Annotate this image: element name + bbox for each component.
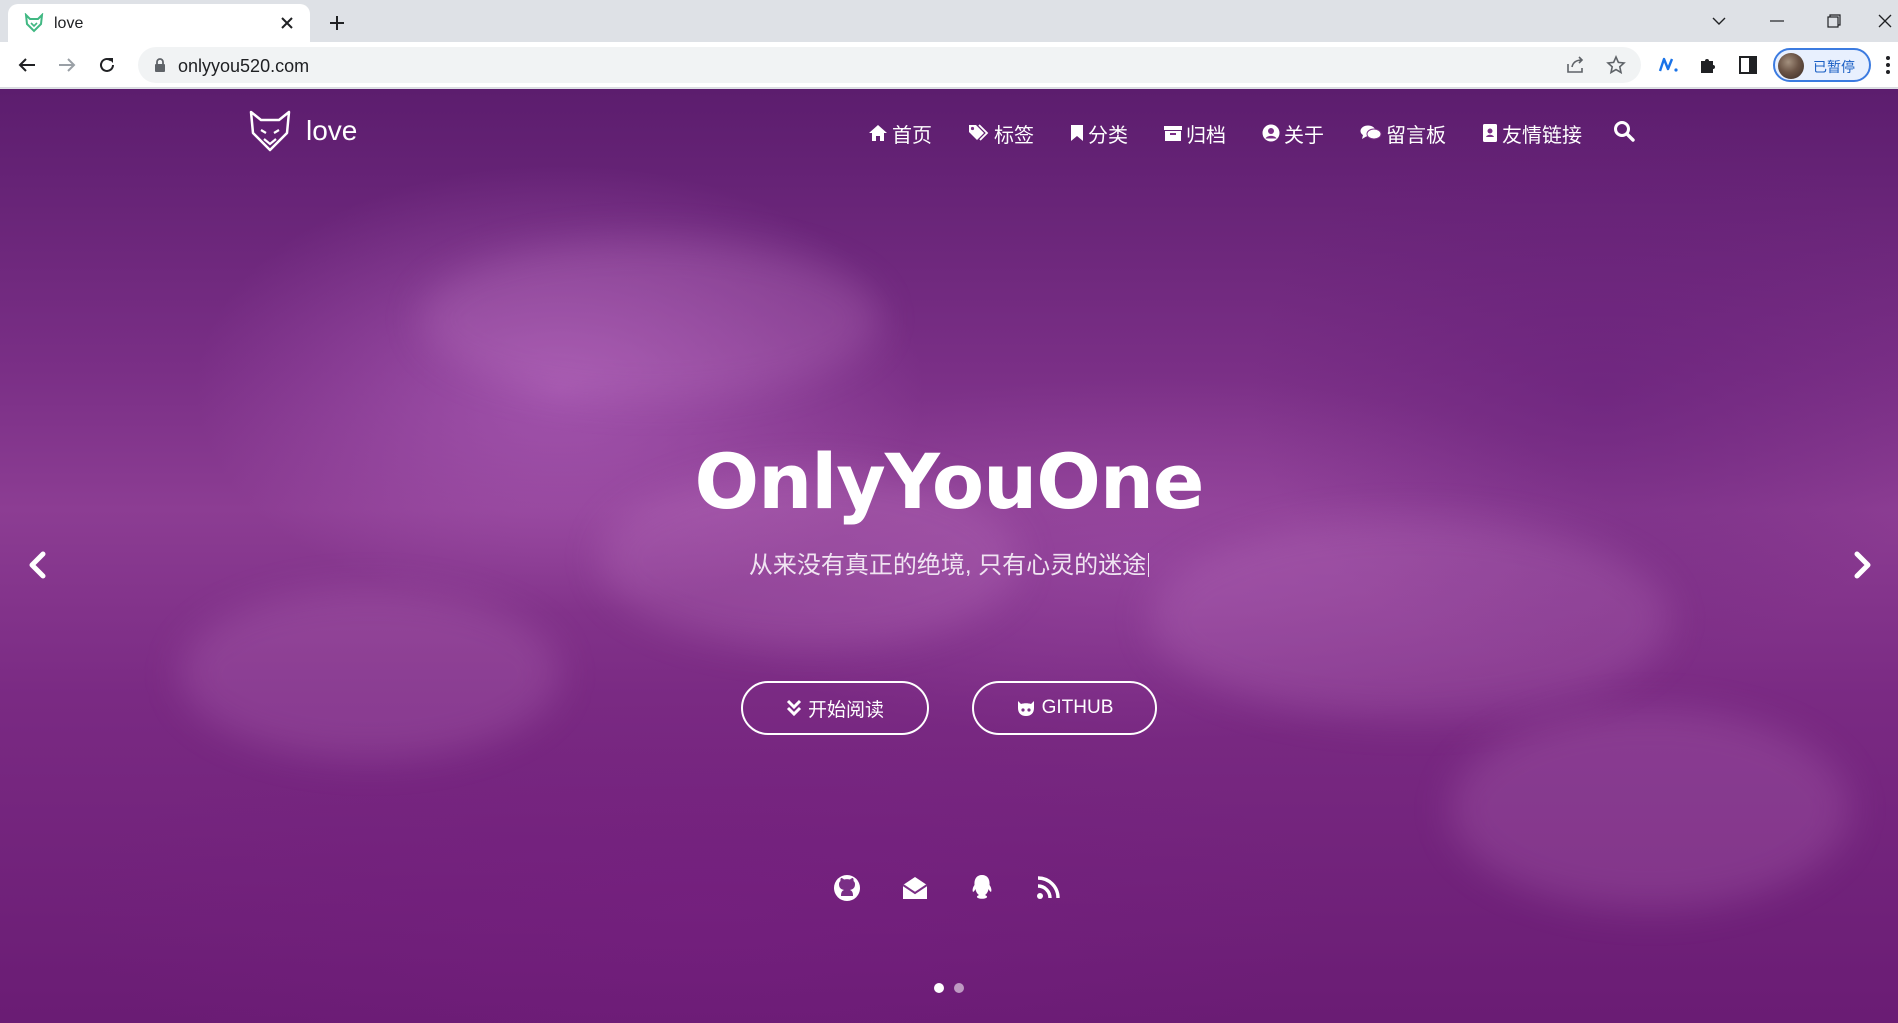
browser-tab[interactable]: love — [8, 4, 310, 42]
extensions-puzzle-icon[interactable] — [1693, 50, 1723, 80]
bookmark-star-icon[interactable] — [1604, 53, 1628, 77]
side-panel-icon[interactable] — [1733, 50, 1763, 80]
archive-icon — [1164, 126, 1182, 141]
nav-item-home[interactable]: 首页 — [868, 119, 932, 148]
nav-item-guestbook[interactable]: 留言板 — [1360, 119, 1446, 148]
tags-icon — [969, 124, 989, 141]
comments-icon — [1360, 125, 1382, 140]
reload-button[interactable] — [91, 49, 123, 81]
minimize-button[interactable] — [1760, 6, 1794, 36]
site-nav: 首页 标签 分类 归档 关于 留言板 友情链接 — [868, 119, 1618, 147]
tab-close-icon[interactable] — [276, 12, 298, 34]
nav-item-tags[interactable]: 标签 — [968, 119, 1034, 148]
carousel-dot[interactable] — [954, 983, 964, 993]
typing-caret — [1148, 553, 1150, 577]
search-icon[interactable] — [1613, 120, 1635, 142]
nav-item-label: 归档 — [1186, 124, 1226, 147]
nav-item-categories[interactable]: 分类 — [1070, 119, 1128, 148]
nav-item-label: 留言板 — [1386, 124, 1446, 147]
close-window-button[interactable] — [1872, 6, 1898, 36]
cloud-decoration — [420, 239, 880, 399]
profile-button[interactable]: 已暂停 — [1773, 48, 1871, 82]
url-text[interactable]: onlyyou520.com — [178, 56, 309, 77]
cloud-decoration — [1450, 709, 1850, 909]
envelope-icon[interactable] — [900, 873, 930, 903]
share-icon[interactable] — [1564, 53, 1588, 77]
rss-icon[interactable] — [1033, 873, 1063, 903]
github-alt-icon — [1017, 701, 1034, 716]
forward-button[interactable] — [51, 49, 83, 81]
nav-item-about[interactable]: 关于 — [1262, 119, 1324, 148]
home-icon — [869, 125, 887, 141]
fox-favicon-icon — [24, 13, 44, 33]
carousel-dot-active[interactable] — [934, 983, 944, 993]
lock-icon[interactable] — [152, 57, 168, 73]
tab-title: love — [54, 15, 84, 32]
start-reading-button[interactable]: 开始阅读 — [741, 681, 929, 735]
address-book-icon — [1483, 124, 1497, 142]
hero-subtitle-text: 从来没有真正的绝境, 只有心灵的迷途 — [748, 552, 1147, 579]
hero-section: love 首页 标签 分类 归档 关于 留言板 友情链接 OnlyYouOne … — [0, 89, 1898, 1023]
github-button[interactable]: GITHUB — [972, 681, 1157, 735]
tab-search-chevron-icon[interactable] — [1702, 6, 1736, 36]
profile-status-label: 已暂停 — [1813, 59, 1855, 75]
github-icon[interactable] — [832, 873, 862, 903]
browser-menu-icon[interactable] — [1882, 53, 1894, 77]
nav-item-label: 友情链接 — [1502, 124, 1582, 147]
hero-title: OnlyYouOne — [694, 437, 1205, 526]
nav-item-label: 关于 — [1284, 124, 1324, 147]
start-reading-label: 开始阅读 — [807, 699, 884, 721]
qq-icon[interactable] — [967, 873, 997, 903]
back-button[interactable] — [11, 49, 43, 81]
carousel-next-arrow[interactable] — [1849, 547, 1877, 583]
cloud-decoration — [180, 589, 560, 759]
github-label: GITHUB — [1041, 697, 1114, 718]
restore-button[interactable] — [1817, 6, 1851, 36]
chevron-left-icon — [29, 551, 46, 579]
nav-item-label: 分类 — [1088, 124, 1128, 147]
chevron-right-icon — [1854, 551, 1871, 579]
extension-n-icon[interactable] — [1654, 50, 1684, 80]
browser-tabstrip: love — [0, 0, 1898, 42]
nav-item-label: 标签 — [994, 124, 1034, 147]
nav-item-label: 首页 — [892, 124, 932, 147]
nav-item-friend-links[interactable]: 友情链接 — [1482, 119, 1582, 148]
nav-item-archive[interactable]: 归档 — [1164, 119, 1226, 148]
hero-subtitle: 从来没有真正的绝境, 只有心灵的迷途 — [0, 545, 1898, 580]
address-bar[interactable]: onlyyou520.com — [138, 47, 1641, 83]
site-title[interactable]: love — [306, 115, 357, 147]
new-tab-button[interactable] — [322, 8, 352, 38]
double-chevron-down-icon — [786, 699, 802, 717]
browser-toolbar: onlyyou520.com 已暂停 — [0, 42, 1898, 88]
user-circle-icon — [1262, 124, 1280, 142]
fox-logo-icon[interactable] — [248, 109, 292, 153]
avatar — [1778, 53, 1804, 79]
bookmark-icon — [1071, 125, 1083, 141]
carousel-prev-arrow[interactable] — [23, 547, 51, 583]
